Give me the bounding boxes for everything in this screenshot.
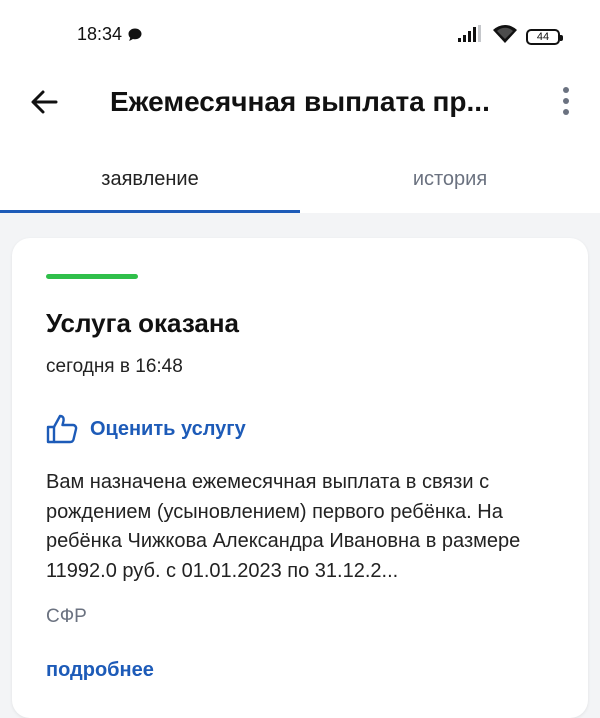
status-time: 18:34 <box>77 24 123 44</box>
tab-history[interactable]: история <box>300 150 600 213</box>
rate-service-label: Оценить услугу <box>90 417 246 440</box>
more-button[interactable] <box>552 82 580 120</box>
thumbs-up-icon <box>46 414 78 444</box>
status-card: Услуга оказана сегодня в 16:48 Оценить у… <box>12 238 588 718</box>
signal-icon <box>458 25 484 48</box>
chat-bubble-icon <box>127 27 143 48</box>
tab-application[interactable]: заявление <box>0 150 300 213</box>
arrow-left-icon <box>31 90 58 114</box>
status-title: Услуга оказана <box>46 308 240 338</box>
tab-application-label: заявление <box>101 168 199 190</box>
battery-level: 44 <box>536 30 550 43</box>
status-bar: 18:34 44 <box>0 0 600 70</box>
active-tab-indicator <box>0 210 300 213</box>
issuer-label: СФР <box>46 606 87 627</box>
wifi-icon <box>492 24 518 49</box>
more-vertical-icon <box>563 87 569 115</box>
tab-bar: заявление история <box>0 150 600 213</box>
app-bar: Ежемесячная выплата пр... <box>0 70 600 130</box>
app-header: 18:34 44 Ежемесячная выплата пр... заявл… <box>0 0 600 213</box>
status-date: сегодня в 16:48 <box>46 356 183 377</box>
page-title: Ежемесячная выплата пр... <box>110 86 490 117</box>
details-link[interactable]: подробнее <box>46 659 154 682</box>
tab-history-label: история <box>412 168 488 190</box>
status-indicator-bar <box>46 274 138 279</box>
battery-icon: 44 <box>526 28 563 45</box>
service-message: Вам назначена ежемесячная выплата в связ… <box>46 471 521 582</box>
rate-service-button[interactable]: Оценить услугу <box>46 414 246 444</box>
back-button[interactable] <box>26 84 62 120</box>
status-icons: 44 <box>458 24 563 49</box>
